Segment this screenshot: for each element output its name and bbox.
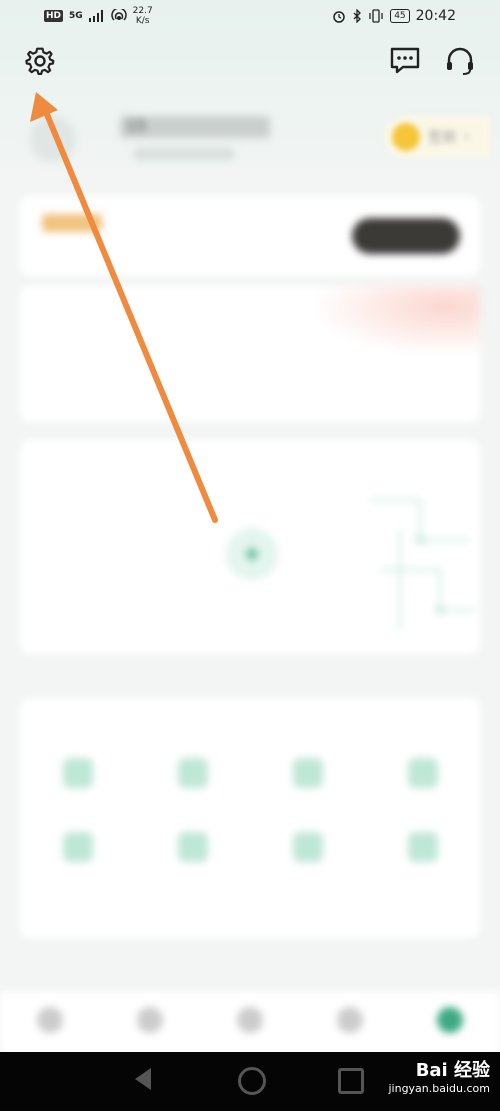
- tab-icon: [437, 1007, 463, 1033]
- status-left: HD 5G 22.7 K/s: [44, 6, 153, 26]
- back-icon[interactable]: [135, 1068, 151, 1090]
- chevron-right-icon: ›: [464, 129, 470, 145]
- stats-card: [20, 286, 480, 422]
- messages-button[interactable]: [388, 44, 422, 78]
- alarm-icon: [333, 11, 345, 23]
- stat-value: [327, 346, 480, 370]
- customer-service-button[interactable]: [443, 44, 477, 78]
- gear-icon: [25, 47, 55, 75]
- user-name: 15: [120, 116, 270, 138]
- settings-button[interactable]: [23, 44, 57, 78]
- network-speed-unit: K/s: [135, 16, 150, 26]
- service-icon: [177, 832, 208, 862]
- sign-in-label: 签到: [428, 130, 456, 146]
- vip-badge: [42, 214, 102, 232]
- plus-icon: [245, 547, 259, 561]
- stat-item[interactable]: [173, 346, 326, 370]
- battery-indicator: 45: [390, 9, 410, 23]
- service-item[interactable]: [20, 758, 135, 798]
- hotspot-icon: [111, 9, 127, 21]
- service-item[interactable]: [365, 758, 480, 798]
- stats-row: [20, 346, 480, 370]
- user-subtitle: [134, 148, 234, 160]
- service-icon: [177, 758, 208, 788]
- profile-section[interactable]: 15 签到 ›: [20, 106, 490, 176]
- services-card: [20, 698, 480, 938]
- signal-icon: [88, 10, 103, 22]
- sign-in-button[interactable]: 签到 ›: [384, 116, 490, 158]
- service-icon: [407, 758, 438, 788]
- add-device-button[interactable]: [226, 528, 278, 580]
- tab-item[interactable]: [300, 991, 400, 1053]
- watermark-url: jingyan.baidu.com: [388, 1082, 490, 1095]
- service-icon: [407, 832, 438, 862]
- stat-value: [20, 346, 173, 370]
- recent-apps-icon[interactable]: [338, 1068, 364, 1094]
- tab-item[interactable]: [0, 991, 100, 1053]
- network-type: 5G: [69, 11, 83, 21]
- system-nav-bar: Bai 经验 jingyan.baidu.com: [0, 1052, 500, 1111]
- clock: 20:42: [415, 8, 456, 24]
- stat-item[interactable]: [20, 346, 173, 370]
- device-decoration: [370, 499, 475, 630]
- service-icon: [292, 832, 323, 862]
- status-right: 45 20:42: [332, 8, 456, 24]
- service-icon: [62, 832, 93, 862]
- stat-value: [173, 346, 326, 370]
- user-name-text: 15: [126, 116, 147, 135]
- tab-icon: [37, 1007, 63, 1033]
- watermark-logo: Bai 经验: [415, 1060, 490, 1081]
- devices-card: [20, 440, 480, 654]
- hd-badge: HD: [44, 10, 64, 22]
- tab-icon: [137, 1007, 163, 1033]
- tab-item-mine[interactable]: [400, 991, 500, 1053]
- message-icon: [390, 47, 420, 74]
- tab-item[interactable]: [100, 991, 200, 1053]
- service-item[interactable]: [250, 832, 365, 872]
- service-icon: [62, 758, 93, 788]
- services-grid: [20, 758, 480, 872]
- service-icon: [292, 758, 323, 788]
- service-item[interactable]: [365, 832, 480, 872]
- bluetooth-icon: [353, 9, 362, 23]
- network-speed: 22.7 K/s: [133, 6, 153, 26]
- service-item[interactable]: [135, 758, 250, 798]
- coin-icon: [392, 123, 420, 151]
- tab-item[interactable]: [200, 991, 300, 1053]
- headset-icon: [447, 47, 473, 75]
- status-bar: HD 5G 22.7 K/s 45 20:42: [0, 0, 500, 34]
- vibrate-icon: [369, 9, 383, 23]
- service-item[interactable]: [250, 758, 365, 798]
- vip-card[interactable]: [20, 196, 480, 276]
- tab-icon: [237, 1007, 263, 1033]
- home-icon[interactable]: [238, 1067, 266, 1095]
- baidu-jingyan-watermark: Bai 经验 jingyan.baidu.com: [388, 1062, 490, 1098]
- network-speed-value: 22.7: [132, 6, 153, 16]
- vip-open-button[interactable]: [352, 218, 460, 254]
- avatar[interactable]: [30, 116, 76, 162]
- bottom-tab-bar: [0, 990, 500, 1053]
- stat-item[interactable]: [327, 346, 480, 370]
- service-item[interactable]: [135, 832, 250, 872]
- tab-icon: [337, 1007, 363, 1033]
- service-item[interactable]: [20, 832, 135, 872]
